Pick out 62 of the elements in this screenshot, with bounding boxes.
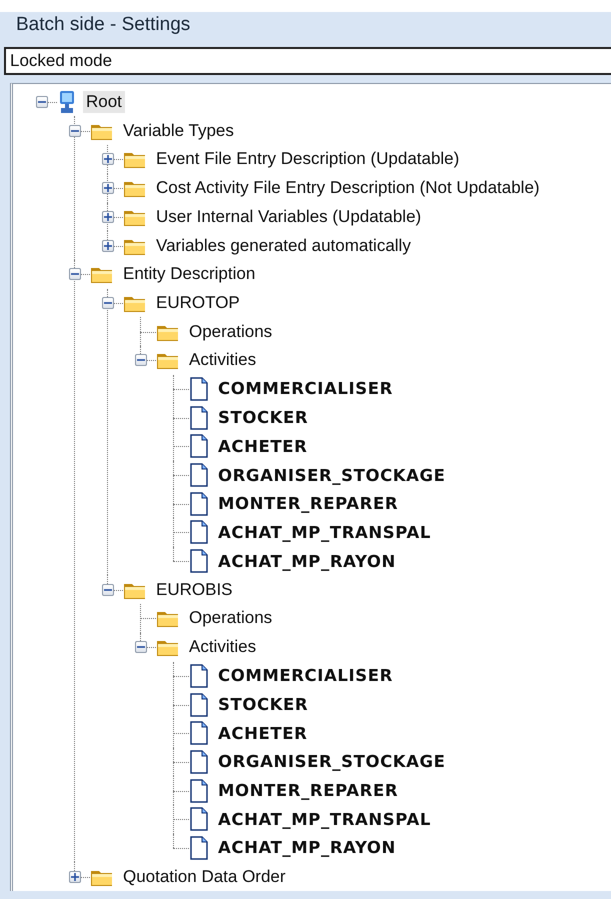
collapse-button[interactable] (36, 96, 48, 108)
document-icon (189, 778, 209, 803)
document-icon (189, 376, 209, 401)
collapse-button[interactable] (134, 641, 146, 654)
tree-item-label[interactable]: Activities (186, 636, 260, 658)
expand-button[interactable] (102, 240, 114, 252)
tree-item-label[interactable]: STOCKER (215, 407, 312, 428)
window-title: Batch side - Settings (0, 12, 611, 39)
tree-item-label[interactable]: Root (83, 91, 125, 114)
document-icon (189, 664, 209, 688)
tree-item-label[interactable]: ACHAT_MP_TRANSPAL (215, 808, 434, 830)
plus-icon (104, 242, 112, 250)
collapse-button[interactable] (134, 354, 146, 366)
expand-button[interactable] (102, 153, 114, 166)
tree-item-label[interactable]: Entity Description (120, 263, 258, 286)
document-icon (189, 836, 209, 860)
collapse-button[interactable] (68, 268, 80, 280)
tree-item-label[interactable]: COMMERCIALISER (215, 665, 396, 686)
plus-icon (104, 155, 112, 164)
collapse-button[interactable] (102, 296, 114, 309)
expand-button[interactable] (102, 182, 114, 194)
document-icon (189, 492, 209, 516)
tree-item-label[interactable]: ORGANISER_STOCKAGE (215, 464, 449, 486)
document-icon (189, 406, 209, 430)
document-icon (189, 434, 209, 458)
document-icon (189, 807, 209, 832)
tree-item-label[interactable]: STOCKER (215, 694, 312, 716)
tree-item-label[interactable]: Operations (186, 320, 276, 343)
tree-item-label[interactable]: User Internal Variables (Updatable) (153, 206, 424, 228)
tree-item-label[interactable]: Event File Entry Description (Updatable) (153, 148, 462, 170)
tree-item-label[interactable]: MONTER_REPARER (215, 780, 402, 802)
tree-item-label[interactable]: EUROTOP (153, 292, 243, 314)
tree-item-label[interactable]: Variables generated automatically (153, 234, 414, 257)
expand-button[interactable] (68, 870, 80, 883)
tree-item-label[interactable]: Operations (186, 607, 276, 630)
computer-icon (57, 90, 77, 114)
tree-item-label[interactable]: Cost Activity File Entry Description (Not Updatable) (153, 177, 543, 200)
plus-icon (104, 212, 112, 221)
plus-icon (70, 872, 78, 881)
tree-item-label[interactable]: MONTER_REPARER (215, 493, 402, 514)
collapse-button[interactable] (102, 584, 114, 596)
document-icon (189, 549, 209, 574)
tree-item-label[interactable]: EUROBIS (153, 578, 236, 601)
document-icon (189, 692, 209, 717)
document-icon (189, 520, 209, 544)
document-icon (189, 750, 209, 774)
tree-item-label[interactable]: ACHETER (215, 722, 310, 744)
collapse-button[interactable] (68, 124, 80, 137)
tree-item-label[interactable]: Variable Types (120, 120, 237, 142)
tree-item-label[interactable]: ORGANISER_STOCKAGE (215, 751, 449, 772)
tree-item-label[interactable]: ACHAT_MP_RAYON (215, 550, 399, 572)
tree-item-label[interactable]: ACHETER (215, 436, 310, 457)
plus-icon (104, 184, 112, 192)
tree-item-label[interactable]: Quotation Data Order (120, 866, 289, 888)
mode-field[interactable]: Locked mode (4, 46, 611, 75)
tree-item-label[interactable]: COMMERCIALISER (215, 378, 396, 400)
document-icon (189, 463, 209, 488)
tree-item-label[interactable]: ACHAT_MP_TRANSPAL (215, 522, 434, 543)
tree-item-label[interactable]: Activities (186, 349, 260, 372)
tree-item-label[interactable]: ACHAT_MP_RAYON (215, 837, 399, 858)
document-icon (189, 721, 209, 746)
expand-button[interactable] (102, 210, 114, 223)
